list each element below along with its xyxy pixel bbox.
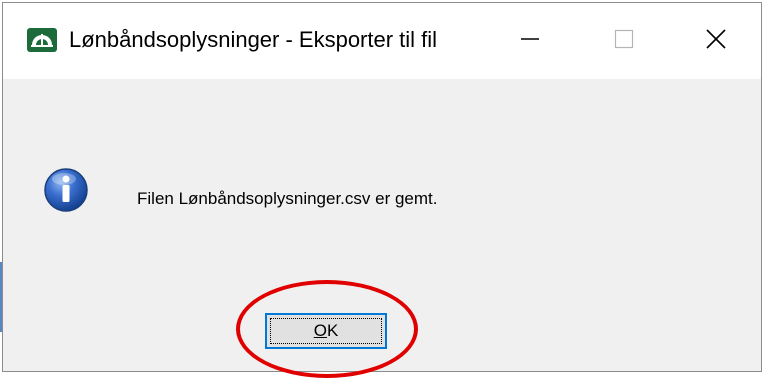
dialog-window: Lønbåndsoplysninger - Eksporter til fil bbox=[2, 2, 762, 372]
dialog-content: Filen Lønbåndsoplysninger.csv er gemt. O… bbox=[3, 79, 761, 371]
minimize-icon bbox=[520, 29, 540, 54]
maximize-icon bbox=[614, 29, 634, 54]
minimize-button[interactable] bbox=[483, 3, 577, 79]
dialog-message: Filen Lønbåndsoplysninger.csv er gemt. bbox=[137, 189, 438, 208]
title-bar[interactable]: Lønbåndsoplysninger - Eksporter til fil bbox=[3, 3, 761, 79]
ok-button-label: OK bbox=[313, 321, 339, 340]
window-title: Lønbåndsoplysninger - Eksporter til fil bbox=[69, 27, 438, 52]
maximize-button[interactable] bbox=[577, 3, 671, 79]
ok-button[interactable]: OK bbox=[265, 313, 387, 349]
close-button[interactable] bbox=[669, 3, 761, 79]
app-icon bbox=[27, 28, 57, 52]
close-icon bbox=[705, 28, 727, 55]
info-icon bbox=[43, 167, 89, 213]
